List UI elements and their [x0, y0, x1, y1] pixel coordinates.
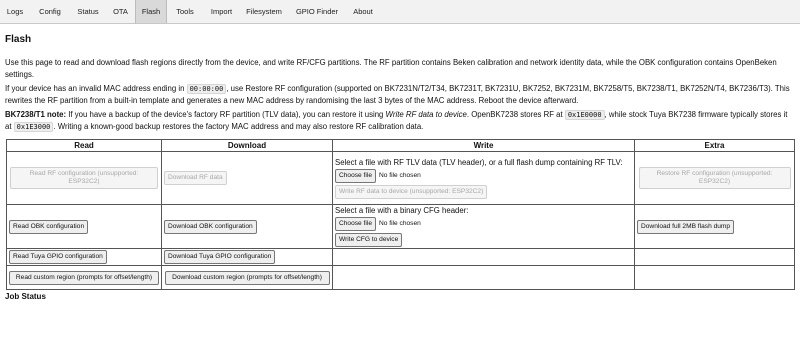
- cell-read-obk: Read OBK configuration: [6, 204, 162, 249]
- rf-choose-file-button[interactable]: Choose file: [335, 168, 376, 183]
- read-rf-config-button: Read RF configuration (unsupported: ESP3…: [10, 167, 158, 189]
- tab-bar: Logs Config Status OTA Flash Tools Impor…: [0, 0, 800, 24]
- cell-write-rf: Select a file with RF TLV data (TLV head…: [332, 151, 635, 205]
- cell-extra-tuya: [634, 248, 795, 266]
- cell-write-tuya: [332, 248, 635, 266]
- download-tuya-gpio-button[interactable]: Download Tuya GPIO configuration: [164, 250, 276, 264]
- bk7238-note-part4: . Writing a known-good backup restores t…: [53, 122, 424, 131]
- intro-text: Use this page to read and download flash…: [5, 58, 777, 79]
- cell-extra-obk: Download full 2MB flash dump: [634, 204, 795, 249]
- tab-import[interactable]: Import: [203, 0, 240, 23]
- job-status-heading: Job Status: [5, 292, 46, 301]
- download-rf-data-button: Download RF data: [164, 171, 227, 185]
- table-row-tuya: Read Tuya GPIO configuration Download Tu…: [6, 248, 795, 266]
- write-cfg-instructions: Select a file with a binary CFG header:: [335, 206, 469, 215]
- bk7238-note: BK7238/T1 note: If you have a backup of …: [5, 109, 795, 133]
- cell-extra-rf: Restore RF configuration (unsupported: E…: [634, 151, 795, 205]
- cfg-no-file-label: No file chosen: [379, 220, 421, 227]
- header-extra: Extra: [634, 139, 795, 152]
- tab-logs[interactable]: Logs: [0, 0, 30, 23]
- tab-config[interactable]: Config: [31, 0, 69, 23]
- bk7238-note-part2: . OpenBK7238 stores RF at: [466, 110, 565, 119]
- header-read: Read: [6, 139, 162, 152]
- read-obk-config-button[interactable]: Read OBK configuration: [9, 219, 89, 234]
- table-row-rf: Read RF configuration (unsupported: ESP3…: [6, 151, 795, 205]
- cell-write-obk: Select a file with a binary CFG header: …: [332, 204, 635, 249]
- write-rf-instructions: Select a file with RF TLV data (TLV head…: [335, 157, 623, 167]
- download-full-flash-dump-button[interactable]: Download full 2MB flash dump: [637, 219, 735, 234]
- write-rf-data-button: Write RF data to device (unsupported: ES…: [335, 184, 488, 199]
- mac-note-before: If your device has an invalid MAC addres…: [5, 84, 187, 93]
- bk7238-note-italic: Write RF data to device: [385, 110, 467, 119]
- cell-download-rf: Download RF data: [161, 151, 333, 205]
- mac-note: If your device has an invalid MAC addres…: [5, 83, 795, 107]
- cfg-file-picker: Choose file No file chosen: [335, 217, 632, 231]
- cell-write-custom: [332, 265, 635, 290]
- bk7238-note-label: BK7238/T1 note:: [5, 110, 67, 119]
- tab-tools[interactable]: Tools: [168, 0, 202, 23]
- header-write: Write: [332, 139, 635, 152]
- cell-extra-custom: [634, 265, 795, 290]
- flash-table: Read Download Write Extra Read RF config…: [6, 139, 795, 290]
- tab-filesystem[interactable]: Filesystem: [241, 0, 287, 23]
- header-download: Download: [161, 139, 333, 152]
- restore-rf-config-button: Restore RF configuration (unsupported: E…: [638, 167, 791, 189]
- read-custom-region-button[interactable]: Read custom region (prompts for offset/l…: [9, 270, 159, 285]
- cell-download-tuya: Download Tuya GPIO configuration: [161, 248, 333, 266]
- tab-status[interactable]: Status: [70, 0, 106, 23]
- tab-ota[interactable]: OTA: [107, 0, 134, 23]
- table-row-obk: Read OBK configuration Download OBK conf…: [6, 204, 795, 249]
- download-custom-region-button[interactable]: Download custom region (prompts for offs…: [164, 270, 330, 285]
- read-tuya-gpio-button[interactable]: Read Tuya GPIO configuration: [9, 250, 107, 264]
- cell-read-rf: Read RF configuration (unsupported: ESP3…: [6, 151, 162, 205]
- rf-file-picker: Choose file No file chosen: [335, 168, 632, 183]
- cell-read-custom: Read custom region (prompts for offset/l…: [6, 265, 162, 290]
- page-title: Flash: [5, 34, 32, 45]
- table-row-custom: Read custom region (prompts for offset/l…: [6, 265, 795, 290]
- cell-download-obk: Download OBK configuration: [161, 204, 333, 249]
- bk7238-note-part1: If you have a backup of the device's fac…: [66, 110, 386, 119]
- tab-flash[interactable]: Flash: [135, 0, 167, 23]
- rf-no-file-label: No file chosen: [379, 171, 421, 179]
- download-obk-config-button[interactable]: Download OBK configuration: [164, 219, 257, 234]
- write-cfg-button[interactable]: Write CFG to device: [335, 233, 403, 247]
- tab-about[interactable]: About: [347, 0, 379, 23]
- cfg-choose-file-button[interactable]: Choose file: [335, 217, 376, 231]
- cell-read-tuya: Read Tuya GPIO configuration: [6, 248, 162, 266]
- mac-suffix-code: 00:00:00: [186, 84, 227, 94]
- cell-download-custom: Download custom region (prompts for offs…: [161, 265, 333, 290]
- tab-gpio-finder[interactable]: GPIO Finder: [288, 0, 346, 23]
- tuya-rf-offset-code: 0x1E3000: [13, 122, 54, 132]
- obk-rf-offset-code: 0x1E0000: [564, 110, 605, 120]
